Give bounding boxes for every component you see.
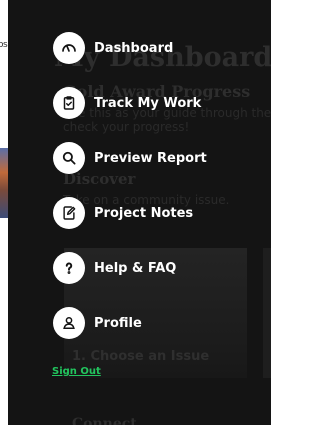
underlying-page-edge: os: [0, 0, 8, 425]
underlying-section-heading: Connect: [72, 416, 137, 425]
menu-item-project-notes[interactable]: Project Notes: [53, 197, 193, 229]
menu-item-label: Track My Work: [94, 95, 202, 111]
sign-out-link[interactable]: Sign Out: [52, 366, 101, 377]
search-icon: [53, 142, 85, 174]
underlying-card-label: 1. Choose an Issue: [72, 349, 210, 364]
question-icon: [53, 252, 85, 284]
menu-item-label: Dashboard: [94, 40, 174, 56]
menu-item-label: Project Notes: [94, 205, 194, 221]
notes-pencil-icon: [53, 197, 85, 229]
underlying-card: [263, 248, 271, 378]
menu-item-label: Preview Report: [94, 150, 207, 166]
gauge-icon: [53, 32, 85, 64]
navigation-drawer: My Dashboard Gold Award Progress Use thi…: [8, 0, 271, 425]
menu-item-profile[interactable]: Profile: [53, 307, 142, 339]
underlying-page-text: os: [0, 40, 8, 50]
menu-item-help-faq[interactable]: Help & FAQ: [53, 252, 176, 284]
menu-item-track-my-work[interactable]: Track My Work: [53, 87, 201, 119]
menu-item-label: Profile: [94, 315, 142, 331]
menu-item-label: Help & FAQ: [94, 260, 177, 276]
menu-item-dashboard[interactable]: Dashboard: [53, 32, 173, 64]
user-icon: [53, 307, 85, 339]
underlying-page-photo: [0, 148, 8, 218]
underlying-page-line: check your progress!: [63, 120, 190, 134]
clipboard-check-icon: [53, 87, 85, 119]
menu-item-preview-report[interactable]: Preview Report: [53, 142, 207, 174]
